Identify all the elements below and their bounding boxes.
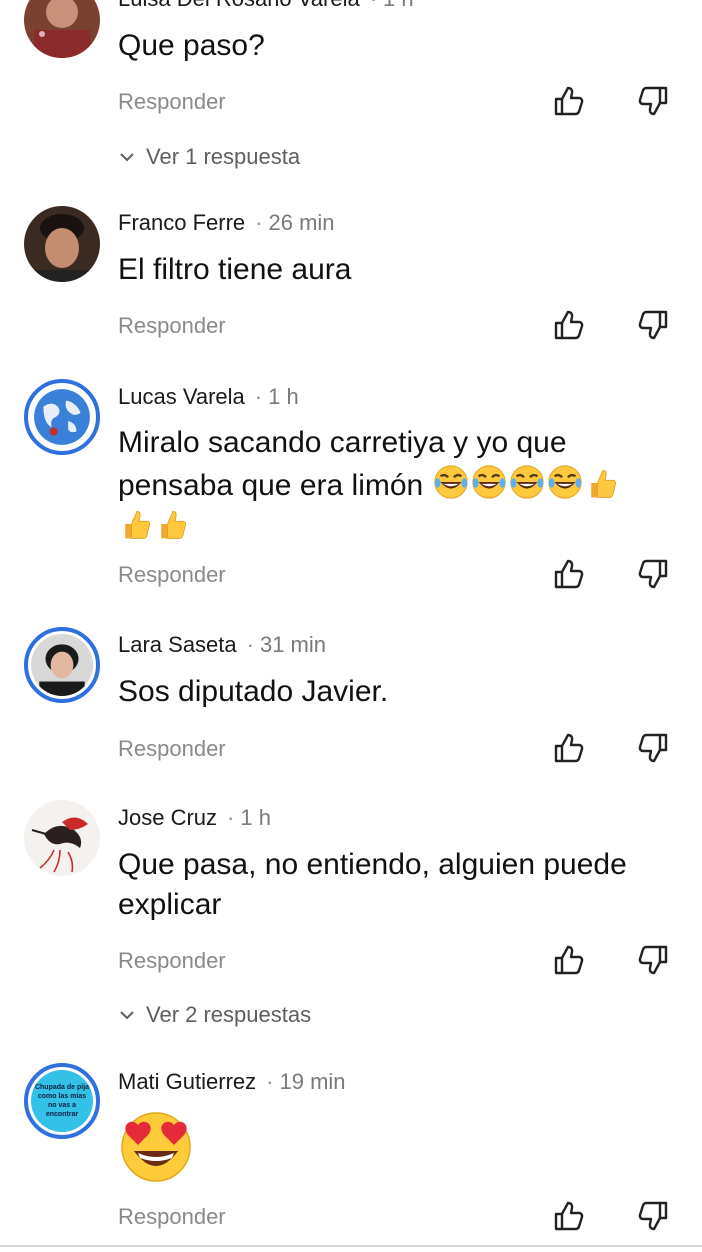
comment-meta: Jose Cruz · 1 h (118, 805, 271, 831)
meta-separator: · (370, 0, 377, 11)
like-button[interactable] (552, 1199, 586, 1233)
reply-button[interactable]: Responder (118, 1204, 226, 1230)
reply-button[interactable]: Responder (118, 736, 226, 762)
view-replies-button[interactable]: Ver 1 respuesta (118, 144, 300, 170)
thumbs-up-icon (552, 1199, 586, 1233)
comment-time: 1 h (383, 0, 414, 11)
like-button[interactable] (552, 731, 586, 765)
view-replies-button[interactable]: Ver 2 respuestas (118, 1002, 311, 1028)
dislike-button[interactable] (636, 308, 670, 342)
comment-text-fragment: pensaba que era limón (118, 469, 424, 502)
thumbs-down-icon (636, 731, 670, 765)
user-avatar[interactable]: Chupada de pija como las mías no vas a e… (24, 1063, 100, 1139)
author-name[interactable]: Lara Saseta (118, 632, 237, 657)
thumbs-down-icon (636, 557, 670, 591)
dislike-button[interactable] (636, 731, 670, 765)
dislike-button[interactable] (636, 84, 670, 118)
author-name[interactable]: Mati Gutierrez (118, 1069, 256, 1094)
like-button[interactable] (552, 84, 586, 118)
thumbs-down-icon (636, 84, 670, 118)
comment-text: Que paso? (118, 29, 265, 62)
comment-text: El filtro tiene aura (118, 253, 352, 286)
thumbs-up-icon (552, 943, 586, 977)
user-avatar[interactable] (24, 206, 100, 282)
rolling-laughing-emoji (546, 463, 584, 501)
thumbs-up-emoji (118, 506, 154, 542)
dislike-button[interactable] (636, 557, 670, 591)
author-name[interactable]: Luisa Del Rosario Varela (118, 0, 360, 11)
dislike-button[interactable] (636, 1199, 670, 1233)
comment-time: 31 min (259, 632, 327, 657)
user-avatar[interactable] (24, 0, 100, 58)
thumbs-down-icon (636, 308, 670, 342)
view-replies-label: Ver 1 respuesta (146, 144, 301, 169)
meta-separator: · (266, 1069, 274, 1094)
thumbs-up-emoji (584, 465, 620, 501)
thumbs-up-icon (552, 557, 586, 591)
like-button[interactable] (552, 943, 586, 977)
comment-meta: Luisa Del Rosario Varela · 1 h (118, 0, 414, 12)
thumbs-down-icon (636, 943, 670, 977)
comment-text-line: pensaba que era limón (118, 463, 678, 506)
user-avatar[interactable] (24, 800, 100, 876)
comment-text-line: explicar (118, 888, 222, 921)
chevron-down-icon (118, 148, 136, 166)
rolling-laughing-emoji (508, 463, 546, 501)
view-replies-label: Ver 2 respuestas (146, 1002, 312, 1027)
thumbs-up-icon (552, 308, 586, 342)
chevron-down-icon (118, 1006, 136, 1024)
dislike-button[interactable] (636, 943, 670, 977)
comment-text: Que pasa, no entiendo, alguien puede exp… (118, 845, 678, 925)
user-avatar[interactable] (24, 379, 100, 455)
meta-separator: · (227, 805, 235, 830)
comment-text: Sos diputado Javier. (118, 675, 389, 708)
comment-meta: Franco Ferre · 26 min (118, 210, 335, 236)
avatar-caption: Chupada de pija como las mías no vas a e… (34, 1084, 90, 1118)
comment-time: 26 min (268, 210, 335, 235)
thumbs-up-icon (552, 731, 586, 765)
reply-button[interactable]: Responder (118, 89, 226, 115)
user-avatar[interactable] (24, 627, 100, 703)
author-name[interactable]: Jose Cruz (118, 805, 217, 830)
reply-button[interactable]: Responder (118, 948, 226, 974)
author-name[interactable]: Lucas Varela (118, 384, 245, 409)
comment-time: 1 h (268, 384, 299, 409)
comment-meta: Mati Gutierrez · 19 min (118, 1069, 346, 1095)
meta-separator: · (254, 384, 263, 409)
bottom-divider (0, 1245, 702, 1247)
comment-meta: Lucas Varela · 1 h (118, 384, 299, 410)
rolling-laughing-emoji (470, 463, 508, 501)
rolling-laughing-emoji (432, 463, 470, 501)
comment-text-line (118, 506, 678, 547)
comment-text-line: Miralo sacando carretiya y yo que (118, 426, 567, 459)
comment-text-line: Que pasa, no entiendo, alguien puede (118, 848, 627, 881)
meta-separator: · (246, 632, 254, 657)
like-button[interactable] (552, 557, 586, 591)
heart-eyes-emoji (118, 1109, 194, 1185)
reply-button[interactable]: Responder (118, 562, 226, 588)
comment-time: 19 min (279, 1069, 346, 1094)
meta-separator: · (255, 210, 263, 235)
reply-button[interactable]: Responder (118, 313, 226, 339)
comment-meta: Lara Saseta · 31 min (118, 632, 326, 658)
thumbs-down-icon (636, 1199, 670, 1233)
comment-time: 1 h (240, 805, 271, 830)
author-name[interactable]: Franco Ferre (118, 210, 245, 235)
thumbs-up-icon (552, 84, 586, 118)
comment-text: Miralo sacando carretiya y yo que pensab… (118, 423, 678, 547)
like-button[interactable] (552, 308, 586, 342)
thumbs-up-emoji (154, 506, 190, 542)
